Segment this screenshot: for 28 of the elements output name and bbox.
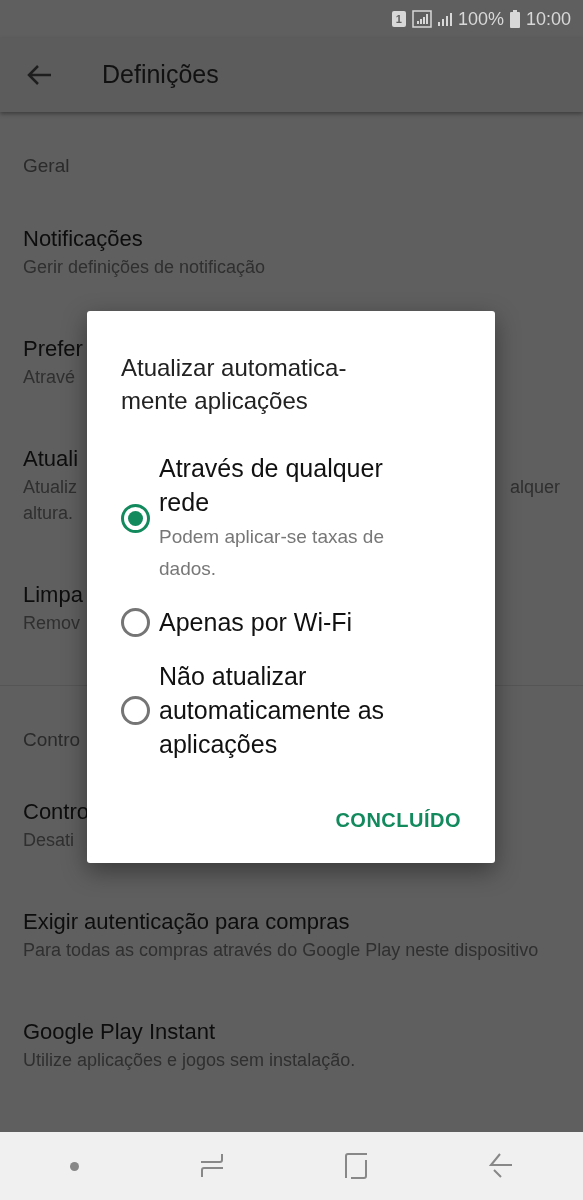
home-icon[interactable] xyxy=(344,1153,369,1179)
signal-icon xyxy=(411,10,432,28)
recent-apps-icon[interactable] xyxy=(199,1153,224,1179)
option-label[interactable]: Apenas por Wi-Fi xyxy=(159,605,427,639)
dialog-title: Atualizar automatica- xyxy=(121,353,348,383)
option-note: Podem aplicar-se taxas de dados. xyxy=(159,525,385,581)
radio-button[interactable] xyxy=(121,695,150,725)
done-button[interactable]: CONCLUÍDO xyxy=(335,805,461,835)
clock: 10:00 xyxy=(525,7,571,31)
battery-icon xyxy=(509,10,520,28)
option-label[interactable]: Através de qualquer rede xyxy=(159,451,427,519)
setting-title: Notificações xyxy=(23,224,143,253)
signal-icon xyxy=(437,12,452,26)
setting-title: Exigir autenticação para compras xyxy=(23,908,350,936)
option-label[interactable]: Não atualizar automaticamente as aplicações xyxy=(159,659,427,761)
dialog-title: mente aplicações xyxy=(121,386,309,416)
setting-title: Atuali xyxy=(23,444,79,473)
setting-title: Google Play Instant xyxy=(23,1018,215,1046)
sim-icon: 1 xyxy=(391,11,406,27)
back-icon[interactable] xyxy=(26,64,52,86)
back-icon[interactable] xyxy=(488,1153,513,1179)
setting-title: Contro xyxy=(23,798,90,826)
setting-title: Prefer xyxy=(23,334,83,363)
setting-title: Limpa xyxy=(23,580,83,609)
battery-percent: 100% xyxy=(457,7,504,31)
radio-button[interactable] xyxy=(121,607,150,637)
radio-button[interactable] xyxy=(121,503,150,533)
screen-title: Definições xyxy=(102,59,219,91)
